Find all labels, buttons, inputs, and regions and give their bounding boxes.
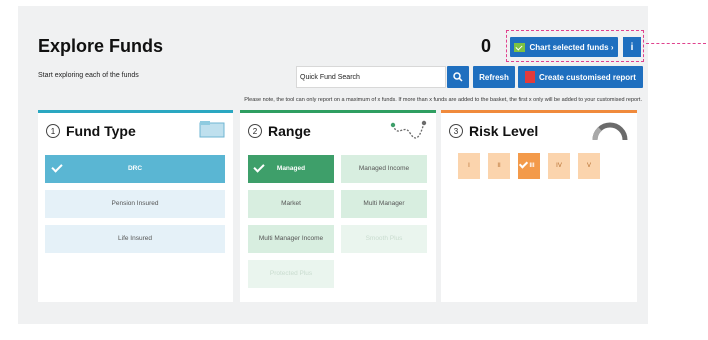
- checkbox-icon: [514, 42, 526, 52]
- check-icon: [253, 161, 265, 173]
- fund-type-header: 1 Fund Type: [46, 123, 136, 139]
- route-icon: [390, 120, 427, 139]
- range-option-multi-manager[interactable]: Multi Manager: [341, 190, 427, 218]
- info-button[interactable]: i: [623, 37, 641, 57]
- fund-type-card: 1 Fund Type DRC Pension Insured Life Ins…: [38, 110, 233, 302]
- risk-level-header: 3 Risk Level: [449, 123, 538, 139]
- page-title: Explore Funds: [38, 36, 164, 56]
- step-number: 1: [46, 124, 60, 138]
- range-option-market[interactable]: Market: [248, 190, 334, 218]
- report-button-label: Create customised report: [539, 72, 636, 82]
- risk-option-4[interactable]: IV: [548, 153, 570, 179]
- risk-level-title: Risk Level: [469, 123, 539, 139]
- range-option-smooth-plus: Smooth Plus: [341, 225, 427, 253]
- range-option-protected-plus: Protected Plus: [248, 260, 334, 288]
- risk-option-5[interactable]: V: [578, 153, 600, 179]
- risk-level-card: 3 Risk Level: [441, 110, 637, 302]
- section-subtitle: Start exploring each of the funds: [38, 72, 139, 79]
- range-option-multi-manager-income[interactable]: Multi Manager Income: [248, 225, 334, 253]
- search-button[interactable]: [447, 66, 469, 88]
- check-icon: [51, 161, 63, 173]
- quick-fund-search-placeholder: Quick Fund Search: [300, 74, 360, 81]
- fund-type-option-pension-insured[interactable]: Pension Insured: [45, 190, 225, 218]
- fund-type-option-drc[interactable]: DRC: [45, 155, 225, 183]
- explore-funds-page: Explore Funds 0 Chart selected funds › i…: [0, 0, 708, 340]
- risk-option-2[interactable]: II: [488, 153, 510, 179]
- range-option-managed[interactable]: Managed: [248, 155, 334, 183]
- range-option-managed-income[interactable]: Managed Income: [341, 155, 427, 183]
- selected-count: 0: [481, 36, 492, 56]
- chart-button-label: Chart selected funds ›: [529, 42, 614, 52]
- range-card: 2 Range Managed Managed Income Market Mu…: [240, 110, 436, 302]
- fund-type-option-life-insured[interactable]: Life Insured: [45, 225, 225, 253]
- risk-option-1[interactable]: I: [458, 153, 480, 179]
- step-number: 2: [248, 124, 262, 138]
- fund-type-title: Fund Type: [66, 123, 136, 139]
- search-icon: [453, 72, 463, 82]
- gauge-icon: [592, 122, 628, 141]
- pdf-icon: [525, 71, 536, 83]
- risk-option-3[interactable]: III: [518, 153, 540, 179]
- chart-selected-funds-button[interactable]: Chart selected funds ›: [510, 37, 618, 57]
- refresh-button[interactable]: Refresh: [473, 66, 515, 88]
- annotation-leader-line: [646, 43, 706, 44]
- range-header: 2 Range: [248, 123, 311, 139]
- folder-icon: [199, 121, 225, 138]
- basket-limit-note: Please note, the tool can only report on…: [244, 97, 642, 103]
- range-title: Range: [268, 123, 311, 139]
- create-report-button[interactable]: Create customised report: [518, 66, 643, 88]
- step-number: 3: [449, 124, 463, 138]
- check-icon: [518, 159, 529, 169]
